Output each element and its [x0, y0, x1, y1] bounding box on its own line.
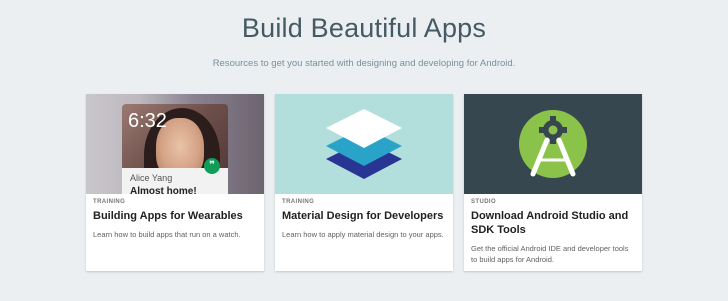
hangouts-icon: ❞	[204, 158, 220, 174]
card-description: Get the official Android IDE and develop…	[471, 244, 629, 264]
material-layers-image	[275, 94, 453, 194]
card-android-studio[interactable]: STUDIO Download Android Studio and SDK T…	[464, 94, 642, 271]
wearables-image: 6:32 Alice Yang Almost home! ❞	[86, 94, 264, 194]
card-category: STUDIO	[471, 199, 497, 205]
notification-message: Almost home!	[130, 186, 197, 194]
card-title[interactable]: Material Design for Developers	[282, 209, 447, 223]
page-title: Build Beautiful Apps	[241, 13, 487, 43]
material-layers-icon	[326, 109, 402, 179]
card-title[interactable]: Building Apps for Wearables	[93, 209, 258, 223]
card-title[interactable]: Download Android Studio and SDK Tools	[471, 209, 636, 237]
card-material-design[interactable]: TRAINING Material Design for Developers …	[275, 94, 453, 271]
card-description: Learn how to build apps that run on a wa…	[93, 230, 241, 239]
android-studio-image	[464, 94, 642, 194]
card-description: Learn how to apply material design to yo…	[282, 230, 444, 239]
notification-contact: Alice Yang	[130, 173, 173, 183]
card-category: TRAINING	[93, 199, 126, 205]
page-subtitle: Resources to get you started with design…	[212, 58, 516, 69]
watch-time: 6:32	[128, 110, 167, 132]
card-category: TRAINING	[282, 199, 315, 205]
card-wearables[interactable]: 6:32 Alice Yang Almost home! ❞ TRAINING …	[86, 94, 264, 271]
watch-screen: 6:32 Alice Yang Almost home!	[122, 104, 228, 194]
android-studio-icon	[519, 110, 587, 178]
